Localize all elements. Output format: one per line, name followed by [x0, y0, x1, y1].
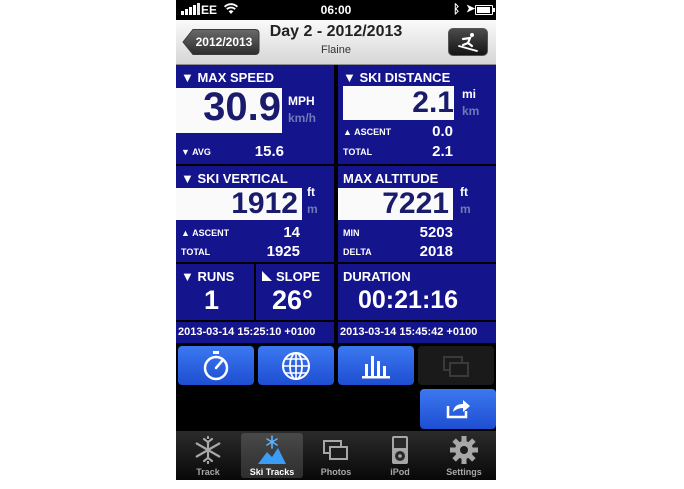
- slope-icon: [262, 271, 272, 281]
- end-time: 2013-03-14 15:45:42 +0100: [340, 326, 478, 338]
- max-speed-unit: MPH: [288, 94, 315, 108]
- globe-icon: [282, 352, 310, 380]
- status-time: 06:00: [320, 3, 352, 17]
- ski-distance-panel[interactable]: ▼ SKI DISTANCE 2.1 mi km ▲ ASCENT 0.0 TO…: [338, 65, 496, 164]
- ipod-icon: [392, 436, 408, 464]
- bluetooth-icon: ᛒ: [453, 2, 461, 16]
- duration-panel[interactable]: DURATION 00:21:16: [338, 264, 496, 320]
- start-time: 2013-03-14 15:25:10 +0100: [178, 326, 316, 338]
- map-button[interactable]: [258, 346, 334, 385]
- max-altitude-value: 7221: [338, 188, 453, 220]
- altitude-delta-label: DELTA: [343, 247, 372, 257]
- max-speed-title: ▼ MAX SPEED: [181, 70, 275, 85]
- ski-vertical-unit: ft: [307, 185, 315, 199]
- tab-ski-tracks-label: Ski Tracks: [249, 467, 295, 477]
- tab-photos[interactable]: Photos: [305, 433, 367, 478]
- stats-grid: ▼ MAX SPEED 30.9 MPH km/h ▼ AVG 15.6 ▼ S…: [176, 65, 496, 343]
- page-title: Day 2 - 2012/2013: [269, 23, 403, 40]
- tab-ipod-label: iPod: [390, 467, 410, 477]
- status-bar: EE 06:00 ᛒ ➤: [176, 0, 496, 20]
- tab-track[interactable]: Track: [177, 433, 239, 478]
- ski-distance-alt-unit: km: [462, 104, 480, 118]
- vertical-total-label: TOTAL: [181, 247, 211, 257]
- avg-speed-label: ▼ AVG: [181, 147, 211, 157]
- max-altitude-unit: ft: [460, 185, 468, 199]
- share-button[interactable]: [420, 389, 496, 429]
- distance-total-value: 2.1: [432, 143, 453, 160]
- ski-distance-title: ▼ SKI DISTANCE: [343, 70, 451, 85]
- tab-settings-label: Settings: [446, 467, 482, 477]
- max-altitude-panel[interactable]: MAX ALTITUDE 7221 ft m MIN 5203 DELTA 20…: [338, 166, 496, 262]
- bar-chart-icon: [362, 356, 390, 379]
- max-altitude-alt-unit: m: [460, 202, 471, 216]
- distance-total-label: TOTAL: [343, 147, 373, 157]
- start-time-bar: 2013-03-14 15:25:10 +0100: [176, 322, 334, 343]
- graph-button[interactable]: [338, 346, 414, 385]
- ski-distance-unit: mi: [462, 87, 477, 101]
- ski-vertical-panel[interactable]: ▼ SKI VERTICAL 1912 ft m ▲ ASCENT 14 TOT…: [176, 166, 334, 262]
- max-speed-alt-unit: km/h: [288, 111, 317, 125]
- skier-button[interactable]: [448, 28, 488, 56]
- max-speed-panel[interactable]: ▼ MAX SPEED 30.9 MPH km/h ▼ AVG 15.6: [176, 65, 334, 164]
- phone-screen: EE 06:00 ᛒ ➤ 2012/2013 Day 2 - 2012/2013…: [176, 0, 496, 480]
- tab-ipod[interactable]: iPod: [369, 433, 431, 478]
- location-icon: ➤: [466, 3, 476, 15]
- skier-icon: [458, 33, 478, 52]
- end-time-bar: 2013-03-14 15:45:42 +0100: [338, 322, 496, 343]
- tab-settings[interactable]: Settings: [433, 433, 495, 478]
- avg-speed-value: 15.6: [254, 143, 284, 160]
- ski-vertical-value: 1912: [176, 188, 302, 220]
- vertical-total-value: 1925: [266, 243, 300, 260]
- stopwatch-icon: [203, 351, 229, 381]
- max-speed-value: 30.9: [203, 85, 281, 129]
- tab-ski-tracks[interactable]: Ski Tracks: [241, 433, 303, 478]
- nav-bar: 2012/2013 Day 2 - 2012/2013 Flaine: [176, 20, 496, 65]
- distance-ascent-value: 0.0: [432, 123, 453, 140]
- altitude-min-value: 5203: [419, 224, 453, 241]
- back-button[interactable]: 2012/2013: [182, 28, 260, 56]
- duration-value: 00:21:16: [358, 286, 459, 314]
- share-icon: [446, 400, 470, 419]
- duration-title: DURATION: [343, 269, 411, 284]
- photos-toolbar-button[interactable]: [418, 346, 494, 385]
- photos-icon: [443, 356, 469, 377]
- gear-icon: [450, 436, 478, 464]
- vertical-ascent-value: 14: [283, 224, 300, 241]
- page-subtitle: Flaine: [321, 44, 351, 56]
- tab-photos-label: Photos: [320, 467, 352, 477]
- snowflake-icon: [195, 435, 221, 465]
- slope-title: SLOPE: [276, 269, 321, 284]
- max-altitude-title: MAX ALTITUDE: [343, 171, 439, 186]
- slope-value: 26°: [272, 285, 313, 315]
- altitude-delta-value: 2018: [419, 243, 453, 260]
- runs-title: ▼ RUNS: [181, 269, 235, 284]
- distance-ascent-label: ▲ ASCENT: [343, 127, 392, 137]
- altitude-min-label: MIN: [343, 228, 360, 238]
- ski-vertical-alt-unit: m: [307, 202, 318, 216]
- snowflake-mountain-icon: [258, 435, 286, 464]
- stopwatch-button[interactable]: [178, 346, 254, 385]
- battery-icon: [475, 5, 495, 15]
- back-button-label: 2012/2013: [195, 35, 253, 49]
- runs-value: 1: [204, 285, 220, 315]
- tab-bar: Track Ski Tracks Photos iPod Settings: [176, 431, 496, 480]
- slope-panel[interactable]: SLOPE 26°: [256, 264, 334, 320]
- ski-vertical-title: ▼ SKI VERTICAL: [181, 171, 288, 186]
- vertical-ascent-label: ▲ ASCENT: [181, 228, 230, 238]
- tab-track-label: Track: [196, 467, 220, 477]
- ski-distance-value: 2.1: [343, 86, 454, 120]
- photos-icon: [323, 440, 348, 460]
- runs-panel[interactable]: ▼ RUNS 1: [176, 264, 254, 320]
